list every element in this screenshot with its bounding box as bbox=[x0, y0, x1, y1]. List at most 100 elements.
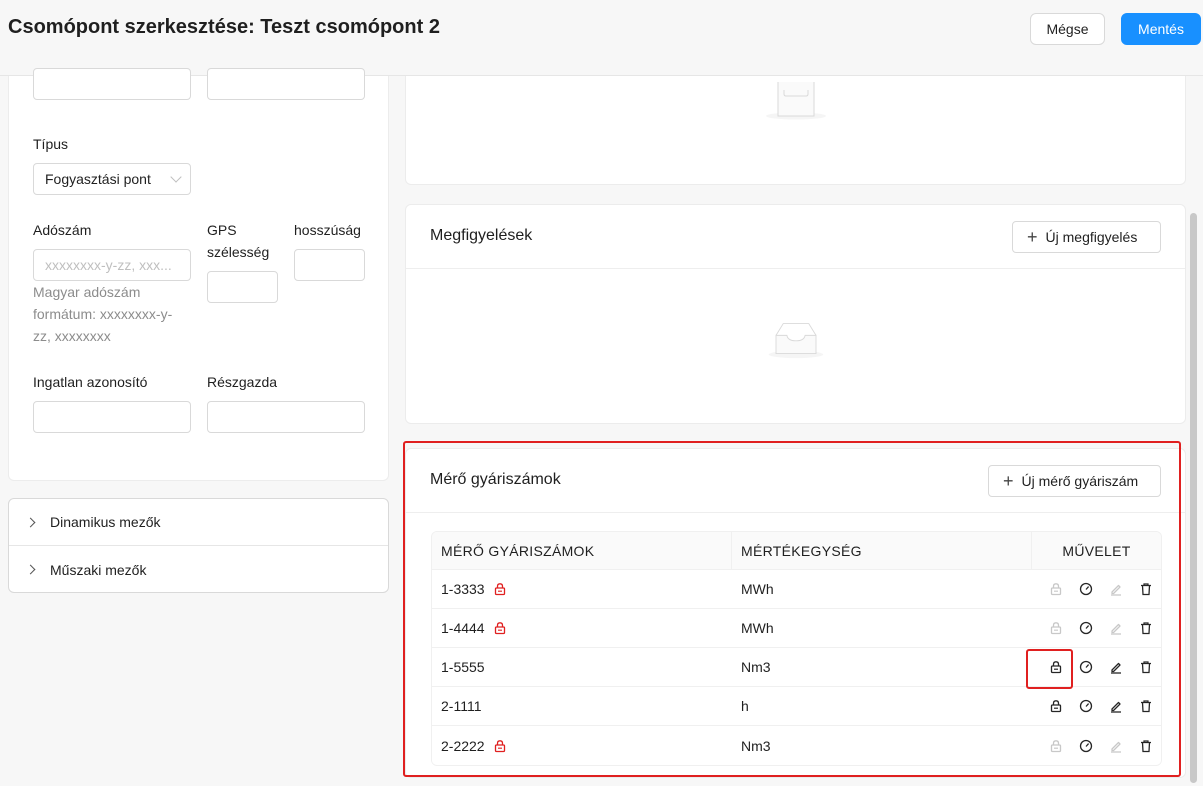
lock-icon[interactable] bbox=[1047, 697, 1065, 715]
collapse-technical-fields-label: Műszaki mezők bbox=[50, 561, 147, 578]
tax-number-help-2: formátum: xxxxxxxx-y- bbox=[33, 306, 173, 322]
edit-icon[interactable] bbox=[1107, 658, 1125, 676]
meter-serials-card: Mérő gyáriszámok + Új mérő gyáriszám MÉR… bbox=[405, 448, 1186, 778]
partial-input-1[interactable] bbox=[33, 68, 191, 100]
unit-cell: Nm3 bbox=[741, 737, 771, 754]
gauge-icon[interactable] bbox=[1077, 580, 1095, 598]
edit-icon[interactable] bbox=[1107, 737, 1125, 755]
tax-number-input[interactable]: xxxxxxxx-y-zz, xxx... bbox=[33, 249, 191, 281]
serial-value: 1-4444 bbox=[441, 620, 485, 636]
table-row: 2-1111 h bbox=[432, 687, 1161, 726]
lock-icon[interactable] bbox=[1047, 619, 1065, 637]
top-empty-card bbox=[405, 76, 1186, 185]
cancel-button[interactable]: Mégse bbox=[1030, 13, 1105, 45]
save-button[interactable]: Mentés bbox=[1121, 13, 1201, 45]
edit-icon[interactable] bbox=[1107, 580, 1125, 598]
serial-cell: 1-5555 bbox=[432, 648, 732, 686]
trash-icon[interactable] bbox=[1137, 619, 1155, 637]
tax-number-help-3: zz, xxxxxxxx bbox=[33, 328, 111, 344]
lock-icon[interactable] bbox=[1047, 658, 1065, 676]
property-id-label: Ingatlan azonosító bbox=[33, 374, 148, 390]
actions-cell bbox=[1032, 687, 1161, 725]
tax-number-placeholder: xxxxxxxx-y-zz, xxx... bbox=[45, 257, 172, 273]
collapse-panels: Dinamikus mezők Műszaki mezők bbox=[8, 498, 389, 593]
observations-header: Megfigyelések + Új megfigyelés bbox=[406, 205, 1185, 269]
gps-latitude-label-2: szélesség bbox=[207, 244, 270, 260]
gauge-icon[interactable] bbox=[1077, 658, 1095, 676]
serial-cell: 1-3333 bbox=[432, 570, 732, 608]
plus-icon: + bbox=[1027, 227, 1038, 247]
table-row: 1-3333 MWh bbox=[432, 570, 1161, 609]
unit-cell: MWh bbox=[741, 620, 774, 636]
gps-longitude-label: hosszúság bbox=[294, 222, 361, 238]
meter-serials-header: Mérő gyáriszámok + Új mérő gyáriszám bbox=[406, 449, 1185, 513]
plus-icon: + bbox=[1003, 471, 1014, 491]
type-select-value: Fogyasztási pont bbox=[45, 171, 151, 187]
unit-cell: h bbox=[741, 698, 749, 714]
column-header-actions: MŰVELET bbox=[1062, 542, 1131, 559]
scrollbar-thumb[interactable] bbox=[1190, 213, 1197, 783]
observations-card: Megfigyelések + Új megfigyelés bbox=[405, 204, 1186, 424]
tax-number-help-1: Magyar adószám bbox=[33, 284, 141, 300]
gauge-icon[interactable] bbox=[1077, 737, 1095, 755]
co-owner-label: Részgazda bbox=[207, 374, 278, 390]
table-row: 1-5555 Nm3 bbox=[432, 648, 1161, 687]
edit-icon[interactable] bbox=[1107, 697, 1125, 715]
serial-value: 1-5555 bbox=[441, 659, 485, 675]
trash-icon[interactable] bbox=[1137, 737, 1155, 755]
partial-input-2[interactable] bbox=[207, 68, 365, 100]
trash-icon[interactable] bbox=[1137, 658, 1155, 676]
table-header: MÉRŐ GYÁRISZÁMOK MÉRTÉKEGYSÉG MŰVELET bbox=[432, 532, 1161, 570]
type-label: Típus bbox=[33, 136, 69, 152]
locked-status-icon bbox=[493, 739, 507, 753]
meter-serials-title: Mérő gyáriszámok bbox=[430, 471, 561, 488]
unit-cell: Nm3 bbox=[741, 659, 771, 675]
locked-status-icon bbox=[493, 621, 507, 635]
gauge-icon[interactable] bbox=[1077, 697, 1095, 715]
tax-number-label: Adószám bbox=[33, 222, 92, 238]
serial-value: 2-1111 bbox=[441, 698, 482, 714]
empty-inbox-icon bbox=[766, 82, 826, 120]
column-header-unit: MÉRTÉKEGYSÉG bbox=[732, 532, 1032, 569]
lock-icon[interactable] bbox=[1047, 580, 1065, 598]
lock-icon[interactable] bbox=[1047, 737, 1065, 755]
node-form-card: Típus Fogyasztási pont Adószám xxxxxxxx-… bbox=[8, 68, 389, 481]
observations-title: Megfigyelések bbox=[430, 227, 533, 244]
gps-latitude-input[interactable] bbox=[207, 271, 278, 303]
trash-icon[interactable] bbox=[1137, 697, 1155, 715]
add-observation-label: Új megfigyelés bbox=[1045, 229, 1138, 245]
gauge-icon[interactable] bbox=[1077, 619, 1095, 637]
add-observation-button[interactable]: + Új megfigyelés bbox=[1012, 221, 1161, 253]
chevron-right-icon bbox=[25, 517, 36, 527]
table-row: 2-2222 Nm3 bbox=[432, 726, 1161, 765]
property-id-input[interactable] bbox=[33, 401, 191, 433]
actions-cell bbox=[1032, 609, 1161, 647]
actions-cell bbox=[1032, 726, 1161, 765]
serial-cell: 1-4444 bbox=[432, 609, 732, 647]
chevron-right-icon bbox=[25, 564, 36, 575]
trash-icon[interactable] bbox=[1137, 580, 1155, 598]
serial-cell: 2-1111 bbox=[432, 687, 732, 725]
type-select[interactable]: Fogyasztási pont bbox=[33, 163, 191, 195]
unit-cell: MWh bbox=[741, 581, 774, 597]
actions-cell bbox=[1032, 570, 1161, 608]
serial-cell: 2-2222 bbox=[432, 726, 732, 765]
co-owner-input[interactable] bbox=[207, 401, 365, 433]
collapse-technical-fields[interactable]: Műszaki mezők bbox=[9, 546, 388, 593]
add-meter-serial-button[interactable]: + Új mérő gyáriszám bbox=[988, 465, 1161, 497]
chevron-down-icon bbox=[170, 171, 182, 183]
edit-icon[interactable] bbox=[1107, 619, 1125, 637]
page-title: Csomópont szerkesztése: Teszt csomópont … bbox=[8, 16, 440, 38]
actions-cell bbox=[1032, 648, 1161, 686]
collapse-dynamic-fields-label: Dinamikus mezők bbox=[50, 514, 161, 530]
serial-value: 1-3333 bbox=[441, 581, 485, 597]
column-header-serial: MÉRŐ GYÁRISZÁMOK bbox=[432, 532, 732, 569]
gps-longitude-input[interactable] bbox=[294, 249, 365, 281]
add-meter-serial-label: Új mérő gyáriszám bbox=[1021, 473, 1139, 489]
empty-inbox-icon bbox=[768, 323, 824, 359]
table-body: 1-3333 MWh 1-4444 MWh 1-5555 Nm3 2-1111 h 2-2222… bbox=[432, 570, 1161, 765]
gps-latitude-label-1: GPS bbox=[207, 222, 237, 238]
collapse-dynamic-fields[interactable]: Dinamikus mezők bbox=[9, 499, 388, 546]
table-row: 1-4444 MWh bbox=[432, 609, 1161, 648]
serial-value: 2-2222 bbox=[441, 737, 485, 754]
